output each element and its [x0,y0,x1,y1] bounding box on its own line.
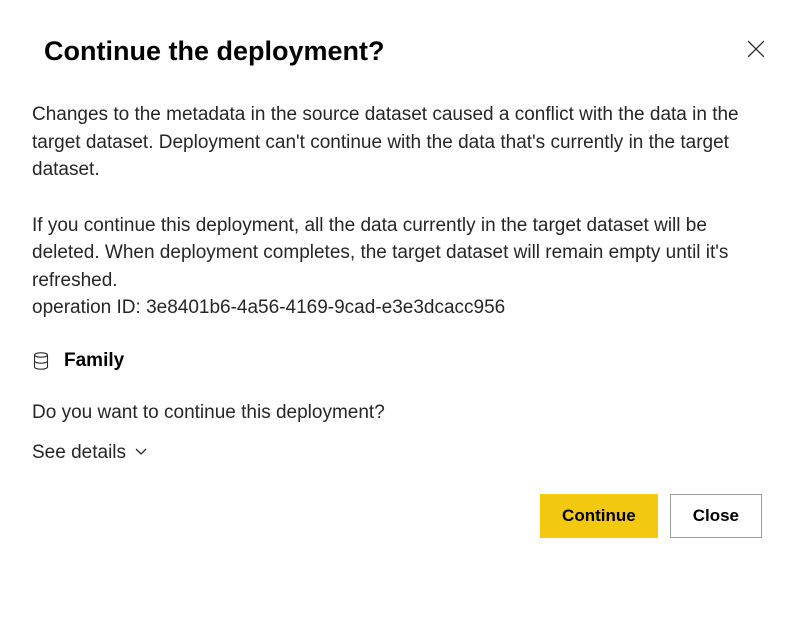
dataset-row: Family [32,350,770,372]
close-icon [747,40,765,63]
dialog-header: Continue the deployment? [32,36,770,67]
continue-warning: If you continue this deployment, all the… [32,212,770,295]
continue-button[interactable]: Continue [540,494,658,538]
deployment-conflict-dialog: Continue the deployment? Changes to the … [0,0,802,574]
operation-id: operation ID: 3e8401b6-4a56-4169-9cad-e3… [32,294,770,322]
see-details-toggle[interactable]: See details [32,442,148,464]
chevron-down-icon [134,442,148,464]
dataset-name: Family [64,350,124,372]
dialog-title: Continue the deployment? [32,36,385,67]
see-details-label: See details [32,442,126,464]
confirm-question: Do you want to continue this deployment? [32,402,770,424]
conflict-explanation: Changes to the metadata in the source da… [32,101,770,184]
dataset-icon [32,352,50,370]
dialog-footer: Continue Close [32,494,770,538]
dialog-body: Changes to the metadata in the source da… [32,101,770,322]
close-button[interactable] [746,42,766,62]
close-dialog-button[interactable]: Close [670,494,762,538]
